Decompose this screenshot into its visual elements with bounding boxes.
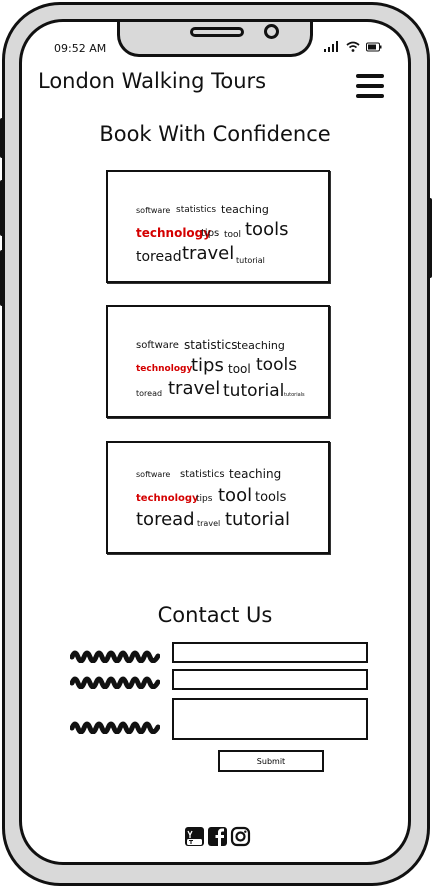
- youtube-icon[interactable]: [184, 826, 205, 847]
- name-field[interactable]: [172, 642, 368, 663]
- site-title[interactable]: London Walking Tours: [38, 69, 266, 93]
- tag-word[interactable]: teaching: [237, 339, 285, 352]
- tag-word[interactable]: toread: [136, 389, 162, 398]
- phone-screen: 09:52 AM London Walking Tours Book With …: [19, 19, 411, 865]
- contact-heading: Contact Us: [157, 603, 273, 627]
- word-cloud-card[interactable]: software statistics teaching technology tips…: [106, 170, 330, 283]
- phone-power-button: [428, 198, 432, 278]
- hamburger-bar: [356, 74, 384, 78]
- tag-word[interactable]: tips: [191, 355, 224, 376]
- phone-volume-down-button: [0, 250, 4, 306]
- name-label-scribble: [70, 650, 160, 663]
- tag-word[interactable]: tutorials: [284, 392, 305, 398]
- tag-word[interactable]: tutorial: [236, 256, 265, 265]
- booking-heading: Book With Confidence: [99, 122, 331, 146]
- tag-word[interactable]: technology: [136, 226, 211, 240]
- tag-word[interactable]: software: [136, 340, 179, 351]
- tag-word[interactable]: tips: [196, 494, 212, 504]
- word-cloud-card[interactable]: software statistics teaching technology tips…: [106, 305, 330, 418]
- signal-icon: [324, 41, 338, 52]
- speaker-grille: [190, 27, 244, 37]
- wifi-icon: [346, 41, 360, 52]
- status-icons: [324, 41, 382, 52]
- tag-word[interactable]: tool: [228, 362, 251, 376]
- battery-icon: [366, 42, 382, 52]
- message-label-scribble: [70, 721, 160, 734]
- tag-word[interactable]: statistics: [176, 205, 216, 215]
- tag-word[interactable]: travel: [182, 243, 234, 264]
- phone-side-button: [0, 118, 4, 158]
- facebook-icon[interactable]: [207, 826, 228, 847]
- social-links: [184, 826, 251, 847]
- email-field[interactable]: [172, 669, 368, 690]
- status-time: 09:52 AM: [54, 42, 107, 55]
- hamburger-menu-icon[interactable]: [356, 74, 384, 98]
- instagram-icon[interactable]: [230, 826, 251, 847]
- tag-word[interactable]: tool: [224, 230, 241, 240]
- tag-word[interactable]: technology: [136, 493, 199, 504]
- tag-word[interactable]: toread: [136, 249, 182, 265]
- phone-volume-up-button: [0, 180, 4, 236]
- tag-word[interactable]: tutorial: [223, 381, 284, 401]
- tag-word[interactable]: tutorial: [225, 509, 290, 530]
- tag-word[interactable]: tips: [201, 228, 219, 239]
- tag-word[interactable]: tool: [218, 485, 252, 506]
- tag-word[interactable]: teaching: [229, 467, 281, 481]
- email-label-scribble: [70, 676, 160, 689]
- word-cloud-card[interactable]: software statistics teaching technology tips…: [106, 441, 330, 554]
- tag-word[interactable]: tools: [256, 355, 297, 375]
- tag-word[interactable]: travel: [197, 519, 220, 528]
- tag-word[interactable]: statistics: [184, 338, 238, 352]
- tag-word[interactable]: tools: [245, 219, 288, 240]
- phone-notch: [117, 22, 313, 57]
- front-camera: [264, 24, 279, 39]
- tag-word[interactable]: software: [136, 206, 170, 215]
- tag-word[interactable]: teaching: [221, 203, 269, 216]
- submit-button[interactable]: Submit: [218, 750, 324, 772]
- hamburger-bar: [356, 94, 384, 98]
- hamburger-bar: [356, 84, 384, 88]
- tag-word[interactable]: travel: [168, 378, 220, 399]
- message-field[interactable]: [172, 698, 368, 740]
- tag-word[interactable]: software: [136, 470, 170, 479]
- tag-word[interactable]: statistics: [180, 469, 225, 480]
- tag-word[interactable]: toread: [136, 509, 195, 530]
- tag-word[interactable]: technology: [136, 364, 192, 374]
- tag-word[interactable]: tools: [255, 490, 286, 505]
